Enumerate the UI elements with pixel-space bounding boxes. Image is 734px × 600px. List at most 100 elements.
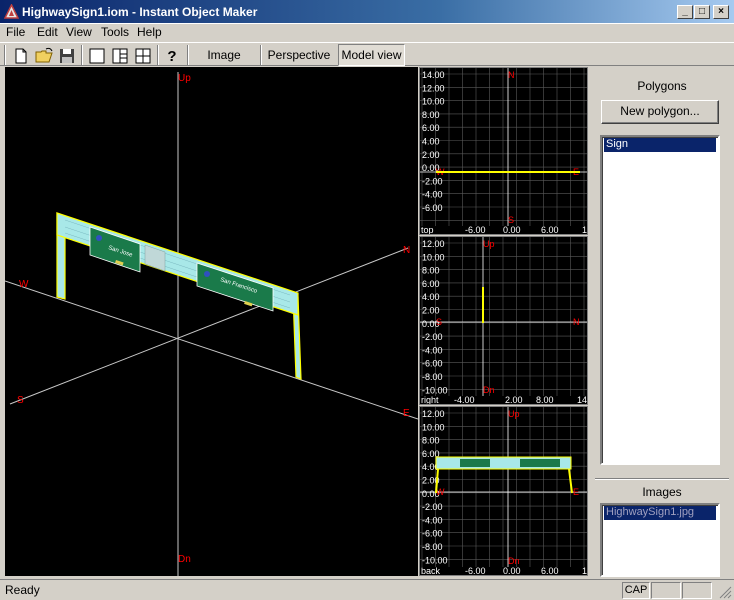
tab-perspective[interactable]: Perspective	[264, 44, 334, 66]
perspective-3d-canvas: San Jose San Francisco Up Dn W N S E	[4, 72, 419, 576]
images-label: Images	[642, 485, 682, 499]
y-tick-label: -2.00	[422, 176, 443, 186]
x-tick-label: 6.00	[541, 225, 559, 234]
images-list[interactable]: HighwaySign1.jpg	[600, 503, 720, 577]
new-file-icon[interactable]	[10, 45, 32, 66]
toolbar-separator	[187, 45, 189, 65]
route-shield-left	[96, 235, 102, 241]
axis-label-right: N	[573, 317, 580, 327]
tab-model-view[interactable]: Model view	[338, 44, 405, 66]
y-tick-label: 10.00	[422, 422, 445, 432]
toolbar-grip	[4, 45, 6, 65]
axis-label-up: Up	[178, 73, 191, 84]
x-tick-label: 1	[582, 225, 587, 234]
y-tick-label: 4.00	[422, 292, 440, 302]
save-icon[interactable]	[56, 45, 78, 66]
axis-label-s: S	[17, 395, 24, 406]
tab-image[interactable]: Image	[191, 44, 257, 66]
y-tick-label: 10.00	[422, 97, 445, 107]
y-tick-label: 8.00	[422, 110, 440, 120]
x-tick-label: -6.00	[465, 225, 486, 234]
svg-text:?: ?	[167, 48, 176, 65]
y-tick-label: -6.00	[422, 359, 443, 369]
window-title: HighwaySign1.iom - Instant Object Maker	[22, 5, 258, 19]
perspective-3d-view[interactable]: San Jose San Francisco Up Dn W N S E	[4, 67, 419, 576]
y-tick-label: -6.00	[422, 529, 443, 539]
axis-label-n: N	[403, 245, 410, 256]
y-tick-label: -8.00	[422, 542, 443, 552]
x-tick-label: 8.00	[536, 395, 554, 404]
title-bar: HighwaySign1.iom - Instant Object Maker …	[0, 0, 734, 24]
y-tick-label: -4.00	[422, 190, 443, 200]
we-axis	[4, 280, 419, 420]
minimize-button[interactable]: _	[677, 5, 693, 19]
x-tick-label: -6.00	[465, 566, 486, 575]
view-name-label: top	[421, 225, 434, 234]
menu-view[interactable]: View	[66, 25, 92, 39]
top-view-canvas: 14.00 12.00 10.00 8.00 6.00 4.00 2.00 0.00 -2.00…	[420, 68, 587, 235]
resize-grip-icon[interactable]	[718, 586, 732, 599]
y-tick-label: -4.00	[422, 345, 443, 355]
x-tick-label: 14	[577, 395, 587, 404]
menu-tools[interactable]: Tools	[101, 25, 129, 39]
top-view[interactable]: 14.00 12.00 10.00 8.00 6.00 4.00 2.00 0.00 -2.00…	[419, 67, 588, 235]
back-view[interactable]: 12.00 10.00 8.00 6.00 4.00 2.00 0.00 -2.00 -4.00…	[419, 406, 588, 576]
toolbar: ? Image Perspective Model view	[0, 42, 734, 66]
axis-label-right: E	[573, 487, 579, 497]
app-icon	[4, 4, 19, 19]
y-tick-label: 8.00	[422, 436, 440, 446]
maximize-button[interactable]: □	[694, 5, 710, 19]
axis-label-left: S	[436, 317, 442, 327]
sign-panel-left	[460, 459, 490, 467]
y-tick-label: 14.00	[422, 70, 445, 80]
scroll-lock-indicator	[682, 582, 712, 599]
back-view-canvas: 12.0010.008.006.004.002.000.00-2.00-4.00…	[420, 407, 587, 576]
sign-panel-right	[520, 459, 560, 467]
axis-label-bottom: S	[508, 215, 514, 225]
x-tick-label: 0.00	[503, 225, 521, 234]
y-tick-label: 8.00	[422, 266, 440, 276]
num-lock-indicator	[651, 582, 681, 599]
axis-label-bottom: Dn	[483, 385, 495, 395]
y-tick-label: -10.00	[422, 555, 448, 565]
caps-lock-indicator: CAP	[622, 582, 650, 599]
y-tick-label: 12.00	[422, 83, 445, 93]
single-view-icon[interactable]	[86, 45, 108, 66]
help-icon[interactable]: ?	[161, 45, 183, 66]
status-bar: Ready CAP	[0, 579, 734, 600]
y-tick-label: 4.00	[422, 137, 440, 147]
new-polygon-button[interactable]: New polygon...	[601, 100, 719, 124]
toolbar-separator	[260, 45, 262, 65]
y-tick-label: 2.00	[422, 150, 440, 160]
status-text: Ready	[5, 583, 40, 597]
route-shield-right	[204, 271, 210, 277]
menu-file[interactable]: File	[6, 25, 25, 39]
polygon-item-sign[interactable]: Sign	[604, 138, 716, 152]
y-tick-label: 12.00	[422, 239, 445, 249]
open-folder-icon[interactable]	[33, 45, 55, 66]
x-tick-label: 6.00	[541, 566, 559, 575]
right-view[interactable]: 12.00 10.00 8.00 6.00 4.00 2.00 0.00 -2.00 -4.00…	[419, 236, 588, 405]
view-name-label: right	[421, 395, 439, 404]
y-tick-label: 6.00	[422, 279, 440, 289]
axis-label-top: Up	[508, 409, 520, 419]
close-button[interactable]: ×	[713, 5, 729, 19]
image-item-highwaysign1[interactable]: HighwaySign1.jpg	[604, 506, 716, 520]
menu-bar: File Edit View Tools Help	[0, 24, 734, 42]
axis-label-dn: Dn	[178, 554, 191, 565]
menu-help[interactable]: Help	[137, 25, 162, 39]
y-tick-label: 12.00	[422, 409, 445, 419]
axis-label-top: N	[508, 70, 515, 80]
menu-edit[interactable]: Edit	[37, 25, 58, 39]
x-tick-label: 0.00	[503, 566, 521, 575]
axis-label-bottom: Dn	[508, 556, 520, 566]
view-name-label: back	[421, 566, 441, 575]
quad-view-icon[interactable]	[132, 45, 154, 66]
axis-label-e: E	[403, 408, 410, 419]
polygons-list[interactable]: Sign	[600, 135, 720, 465]
y-tick-label: -2.00	[422, 332, 443, 342]
axis-label-w: W	[19, 279, 29, 290]
x-tick-label: 1	[582, 566, 587, 575]
polygons-label: Polygons	[637, 79, 687, 93]
split-view-icon[interactable]	[109, 45, 131, 66]
